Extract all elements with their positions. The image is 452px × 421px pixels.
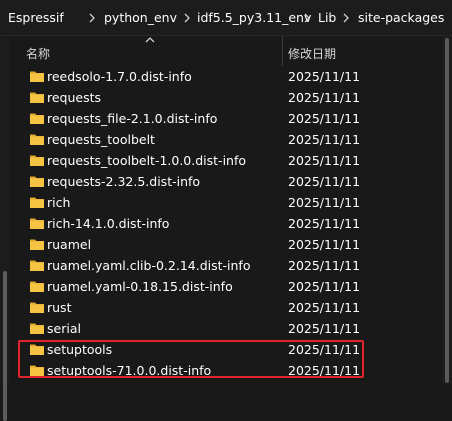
folder-icon <box>29 194 45 210</box>
breadcrumb-item-espressif[interactable]: Espressif <box>8 9 64 27</box>
folder-icon <box>29 131 45 147</box>
navigation-pane-edge <box>0 36 10 421</box>
file-name: ruamel.yaml-0.18.15.dist-info <box>47 279 233 294</box>
file-list-item[interactable]: reedsolo-1.7.0.dist-info 2025/11/11 <box>10 66 442 87</box>
chevron-right-icon <box>183 9 193 27</box>
file-date-modified: 2025/11/11 <box>288 69 361 84</box>
column-header-row: 名称 修改日期 <box>10 36 442 66</box>
breadcrumb-item-site-packages[interactable]: site-packages <box>358 9 444 27</box>
chevron-right-icon <box>342 9 352 27</box>
file-date-modified: 2025/11/11 <box>288 90 361 105</box>
file-date-modified: 2025/11/11 <box>288 300 361 315</box>
file-list-item[interactable]: requests 2025/11/11 <box>10 87 442 108</box>
file-name: requests-2.32.5.dist-info <box>47 174 201 189</box>
file-name: ruamel <box>47 237 92 252</box>
folder-icon <box>29 89 45 105</box>
file-name: serial <box>47 321 81 336</box>
file-date-modified: 2025/11/11 <box>288 258 361 273</box>
folder-icon <box>29 110 45 126</box>
file-name: ruamel.yaml.clib-0.2.14.dist-info <box>47 258 251 273</box>
file-name: rust <box>47 300 72 315</box>
file-name: rich <box>47 195 71 210</box>
breadcrumb-item-lib[interactable]: Lib <box>318 9 336 27</box>
file-date-modified: 2025/11/11 <box>288 279 361 294</box>
chevron-right-icon <box>88 9 98 27</box>
folder-icon <box>29 320 45 336</box>
file-name: requests_file-2.1.0.dist-info <box>47 111 218 126</box>
file-date-modified: 2025/11/11 <box>288 153 361 168</box>
file-list-item[interactable]: serial 2025/11/11 <box>10 318 442 339</box>
file-date-modified: 2025/11/11 <box>288 216 361 231</box>
chevron-right-icon <box>303 9 313 27</box>
folder-icon <box>29 299 45 315</box>
file-list-item[interactable]: requests_toolbelt-1.0.0.dist-info 2025/11… <box>10 150 442 171</box>
file-list-item[interactable]: requests_toolbelt 2025/11/11 <box>10 129 442 150</box>
file-list-item[interactable]: requests-2.32.5.dist-info 2025/11/11 <box>10 171 442 192</box>
folder-icon <box>29 173 45 189</box>
file-list-item[interactable]: rich 2025/11/11 <box>10 192 442 213</box>
scrollbar-thumb[interactable] <box>445 38 449 383</box>
folder-icon <box>29 236 45 252</box>
file-name: requests_toolbelt-1.0.0.dist-info <box>47 153 247 168</box>
folder-icon <box>29 278 45 294</box>
highlight-annotation <box>18 340 364 378</box>
file-name: rich-14.1.0.dist-info <box>47 216 170 231</box>
file-date-modified: 2025/11/11 <box>288 174 361 189</box>
navigation-scrollbar-thumb[interactable] <box>3 271 7 421</box>
folder-icon <box>29 68 45 84</box>
file-date-modified: 2025/11/11 <box>288 132 361 147</box>
file-date-modified: 2025/11/11 <box>288 111 361 126</box>
file-list-item[interactable]: rust 2025/11/11 <box>10 297 442 318</box>
file-name: requests_toolbelt <box>47 132 155 147</box>
column-divider[interactable] <box>282 36 283 66</box>
file-list-item[interactable]: ruamel 2025/11/11 <box>10 234 442 255</box>
vertical-scrollbar[interactable] <box>442 36 452 385</box>
folder-icon <box>29 257 45 273</box>
file-date-modified: 2025/11/11 <box>288 237 361 252</box>
breadcrumb-item-idf-env[interactable]: idf5.5_py3.11_env <box>197 9 311 27</box>
breadcrumb-item-python-env[interactable]: python_env <box>104 9 177 27</box>
file-list-item[interactable]: ruamel.yaml.clib-0.2.14.dist-info 2025/11… <box>10 255 442 276</box>
breadcrumb: Espressif python_env idf5.5_py3.11_env L… <box>0 0 452 36</box>
file-date-modified: 2025/11/11 <box>288 321 361 336</box>
file-name: requests <box>47 90 102 105</box>
folder-icon <box>29 152 45 168</box>
file-list-item[interactable]: rich-14.1.0.dist-info 2025/11/11 <box>10 213 442 234</box>
file-date-modified: 2025/11/11 <box>288 195 361 210</box>
folder-icon <box>29 215 45 231</box>
column-header-date-modified[interactable]: 修改日期 <box>288 45 336 62</box>
file-list-item[interactable]: requests_file-2.1.0.dist-info 2025/11/11 <box>10 108 442 129</box>
file-name: reedsolo-1.7.0.dist-info <box>47 69 192 84</box>
file-list-item[interactable]: ruamel.yaml-0.18.15.dist-info 2025/11/11 <box>10 276 442 297</box>
column-header-name[interactable]: 名称 <box>26 45 50 62</box>
